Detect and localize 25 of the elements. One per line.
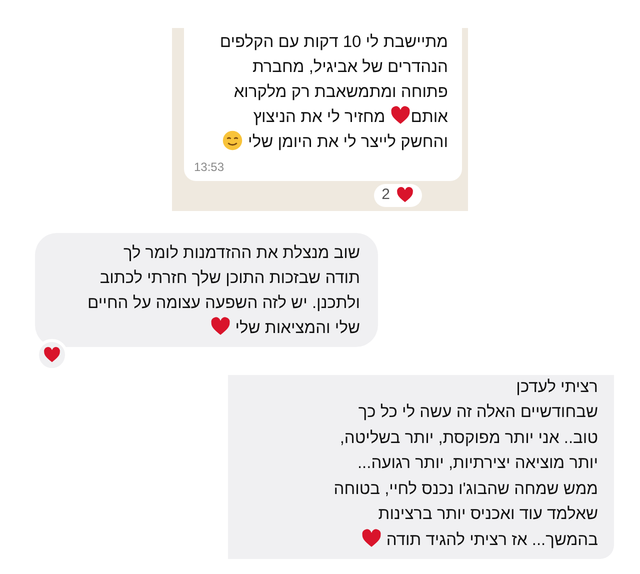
message-text: ממש שמחה שהבוג'ו נכנס לחיי, בטוחה <box>334 480 598 498</box>
heart-icon <box>360 528 382 548</box>
message-text: שאלמד עוד ואכניס יותר ברצינות <box>378 505 598 523</box>
message-text: הנהדרים של אביגיל, מחברת <box>252 58 448 76</box>
reaction-pill[interactable]: 2 <box>374 184 422 206</box>
smiling-emoji-icon <box>222 130 244 151</box>
heart-icon <box>43 346 61 364</box>
message-text: טוב.. אני יותר מפוקסת, יותר בשליטה, <box>340 428 598 446</box>
message-text: והחשק לייצר לי את היומן שלי <box>247 133 448 151</box>
message-text: פתוחה ומתמשאבת רק מלקרוא <box>234 83 448 101</box>
message-text: אותם <box>410 108 448 126</box>
heart-icon <box>390 105 411 126</box>
message-text: ולתכנן. יש לזה השפעה עצומה על החיים <box>88 294 360 312</box>
message-time: 13:53 <box>194 159 224 175</box>
message-text: בהמשך... אז רציתי להגיד תודה <box>385 530 598 548</box>
message-text: שלי והמציאות שלי <box>234 318 360 336</box>
heart-icon <box>210 316 231 336</box>
message-text: מחזיר לי את הניצוץ <box>253 108 386 126</box>
message-text: רציתי לעדכן <box>516 378 598 396</box>
heart-icon <box>396 186 414 204</box>
message-text: יותר מוציאה יצירתיות, יותר רגועה... <box>357 454 598 472</box>
message-text: תודה שבזכות התוכן שלך חזרתי לכתוב <box>100 268 360 286</box>
message-text: מתיישבת לי 10 דקות עם הקלפים <box>220 33 448 51</box>
message-text: שבחודשיים האלה זה עשה לי כל כך <box>358 403 598 421</box>
message-text: שוב מנצלת את ההזדמנות לומר לך <box>123 244 360 262</box>
